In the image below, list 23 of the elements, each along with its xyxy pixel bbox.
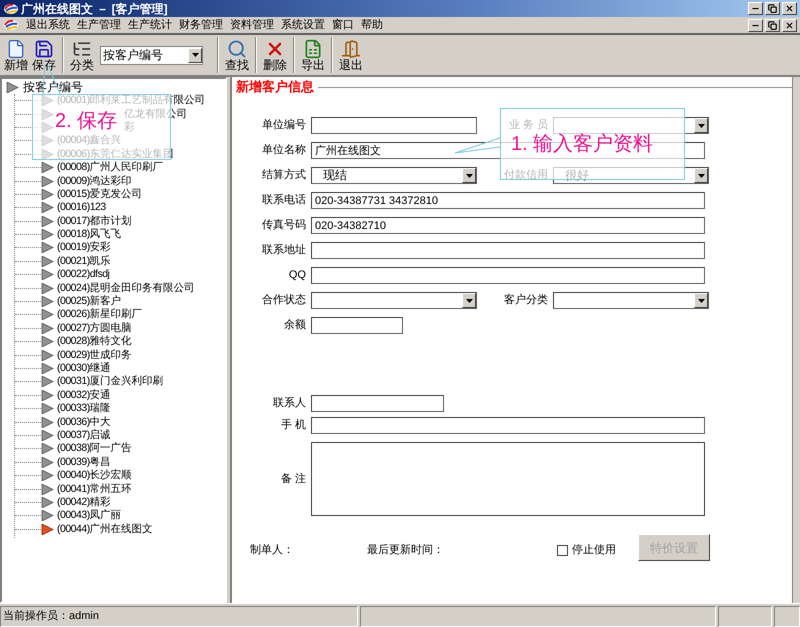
field-label: 客户分类 xyxy=(503,292,548,308)
callout-text: 1. 输入客户资料 xyxy=(511,133,654,155)
field-label: 联系地址 xyxy=(261,242,306,258)
field-label: 联系电话 xyxy=(261,192,306,208)
callout-text: 2. 保存 xyxy=(55,109,118,133)
field-label: 手 机 xyxy=(280,418,306,434)
field-label: QQ xyxy=(288,268,306,284)
field-label: 联系人 xyxy=(272,396,306,412)
field-label: 合作状态 xyxy=(261,292,306,308)
stop-use-label: 停止使用 xyxy=(572,543,616,558)
field-label: 结算方式 xyxy=(261,168,306,184)
form-title: 新增客户信息 xyxy=(235,80,315,94)
status-text: 当前操作员：admin xyxy=(3,609,99,624)
field-label: 单位编号 xyxy=(261,118,306,134)
field-label: 余额 xyxy=(283,318,306,334)
field-label: 传真号码 xyxy=(261,218,306,234)
window-title: 广州在线图文 － [客户管理] xyxy=(21,2,168,16)
field-label: 单位名称 xyxy=(261,143,306,158)
field-label: 备 注 xyxy=(280,472,306,487)
field-label: 业 务 员 xyxy=(508,118,548,134)
creator-label: 制单人： xyxy=(250,543,295,558)
updated-time-label: 最后更新时间： xyxy=(367,542,445,558)
field-label: 付款信用 xyxy=(503,168,548,184)
